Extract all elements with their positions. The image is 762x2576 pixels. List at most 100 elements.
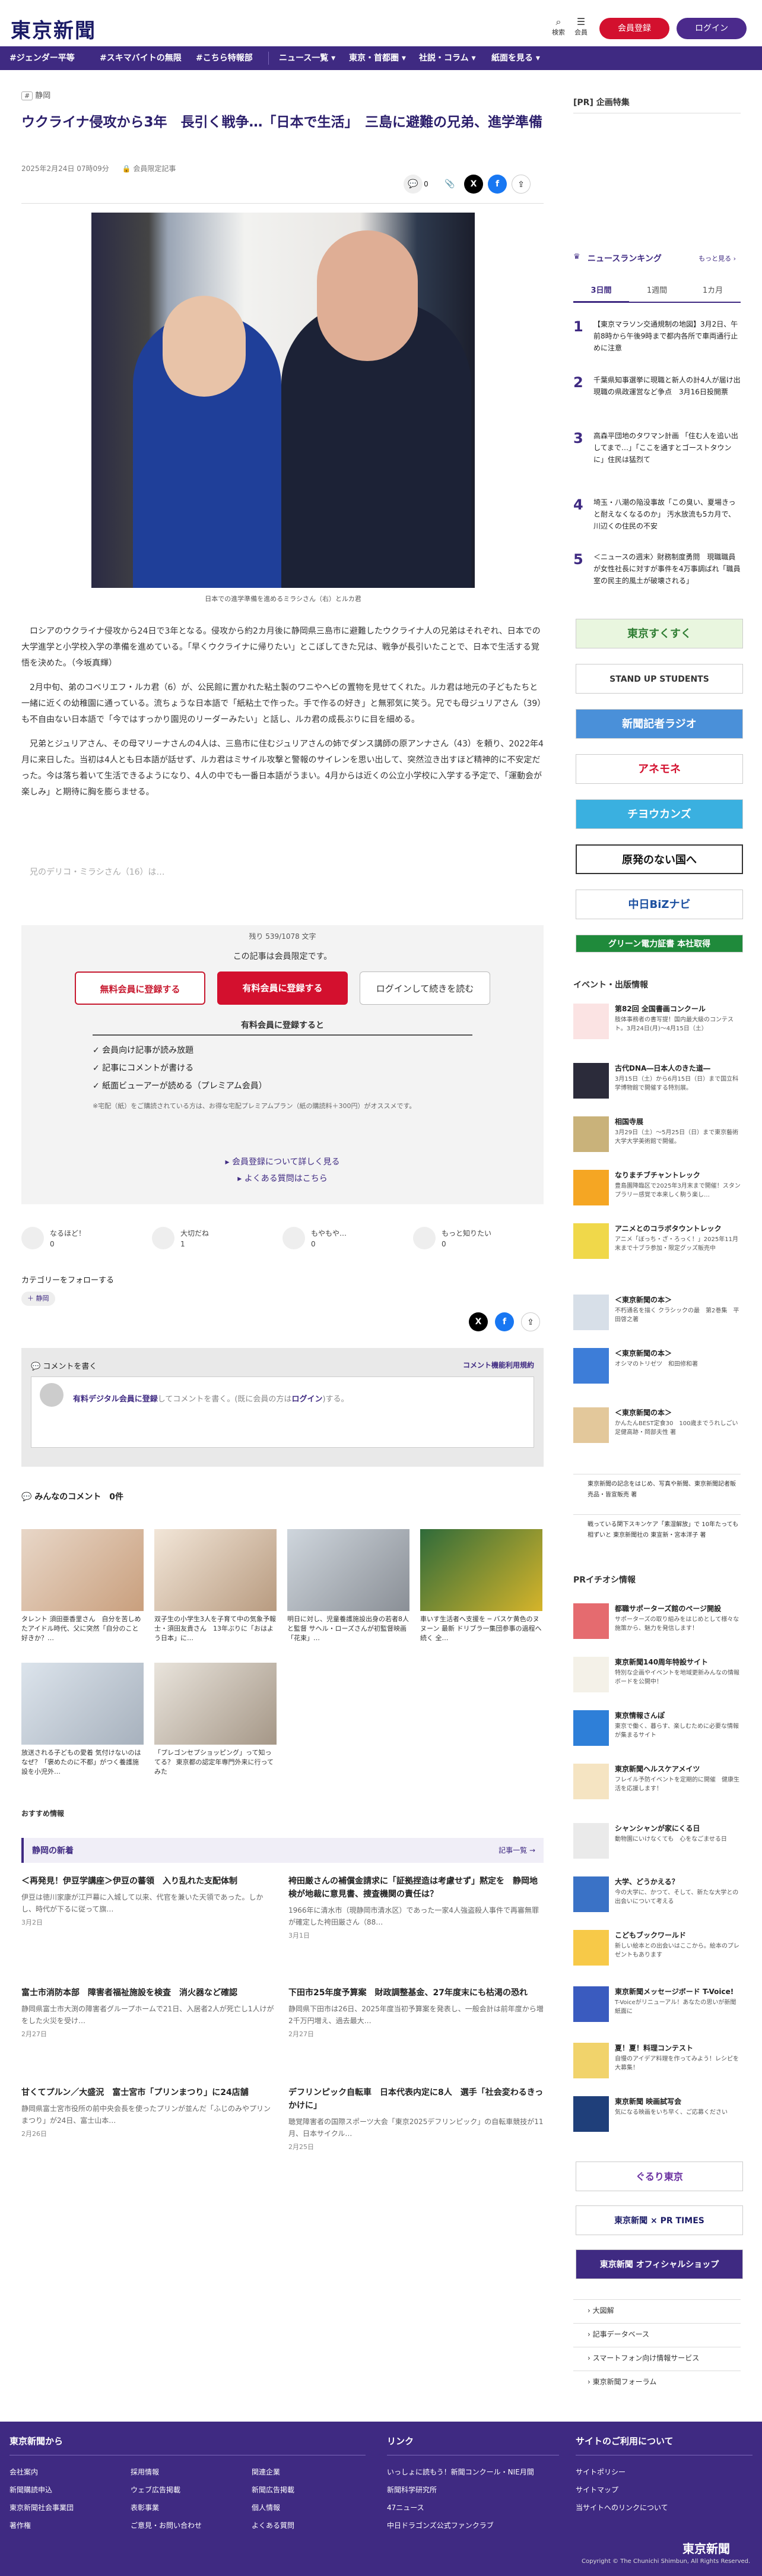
banner-anemone[interactable]: アネモネ bbox=[576, 754, 743, 784]
event-item[interactable]: ＜東京新聞の本＞ オシマのトリゼツ 和田修和著 bbox=[573, 1348, 741, 1395]
footer-link[interactable]: 会社案内 bbox=[9, 2467, 38, 2477]
site-logo[interactable]: 東京新聞 bbox=[11, 14, 96, 43]
nav-item-editorial[interactable]: 社説・コラム ▾ bbox=[419, 46, 475, 70]
reaction-taisetsu[interactable]: 大切だね 1 bbox=[152, 1223, 271, 1253]
footer-link[interactable]: 著作権 bbox=[9, 2520, 31, 2530]
recommend-card[interactable]: タレント 須田亜香里さん 自分を苦しめたアイドル時代、父に突然「自分のこと好きか… bbox=[21, 1529, 144, 1654]
banner-no-nuclear[interactable]: 原発のない国へ bbox=[576, 844, 743, 874]
event-item[interactable]: 第82回 全国書画コンクール 肢体事務者の書写提！国内最大級のコンテスト。3月24… bbox=[573, 1004, 741, 1051]
footer-link[interactable]: ウェブ広告掲載 bbox=[131, 2485, 180, 2495]
recommend-card[interactable]: 双子生の小学生3人を子育て中の気象予報士・須田友貴さん 13年ぶりに「おはよう日… bbox=[154, 1529, 277, 1654]
reaction-naruhodo[interactable]: なるほど！ 0 bbox=[21, 1223, 140, 1253]
nav-item-tokyo[interactable]: 東京・首都圏 ▾ bbox=[349, 46, 406, 70]
x-share-icon[interactable]: X bbox=[469, 1312, 488, 1331]
footer-link[interactable]: 新聞購読申込 bbox=[9, 2485, 52, 2495]
register-button[interactable]: 会員登録 bbox=[599, 18, 669, 39]
pr-pick-item[interactable]: 東京新聞メッセージボード T-Voice! T-Voiceがリニューアル！あなたの… bbox=[573, 1986, 741, 2034]
footer-link[interactable]: 関連企業 bbox=[252, 2467, 280, 2477]
pr-pick-item[interactable]: 東京新聞ヘルスケアメイツ フレイル予防イベントを定期的に開催 健康生活を応援します… bbox=[573, 1764, 741, 1811]
member-menu-button[interactable]: ☰ 会員 bbox=[571, 17, 591, 37]
local-news-item[interactable]: 富士市消防本部 障害者福祉施設を検査 消火器など確認 静岡県富士市大渕の障害者グル… bbox=[21, 1986, 277, 2039]
paid-register-button[interactable]: 有料会員に登録する bbox=[217, 971, 348, 1005]
pr-pick-item[interactable]: 東京情報さんぽ 東京で働く、暮らす、楽しむために必要な情報が集まるサイト bbox=[573, 1710, 741, 1758]
share-icon[interactable]: ⇪ bbox=[512, 175, 531, 194]
pr-pick-item[interactable]: 東京新聞140周年特設サイト 特別な企画やイベントを地域更新みんなの情報ボードを公… bbox=[573, 1657, 741, 1704]
footer-link[interactable]: サイトマップ bbox=[576, 2485, 618, 2495]
banner-reporter-radio[interactable]: 新聞記者ラジオ bbox=[576, 709, 743, 739]
facebook-share-icon[interactable]: f bbox=[495, 1312, 514, 1331]
footer-link[interactable]: ご意見・お問い合わせ bbox=[131, 2520, 202, 2530]
comment-input-area[interactable]: 有料デジタル会員に登録してコメントを書く。(既に会員の方はログイン)する。 bbox=[31, 1376, 534, 1448]
local-news-item[interactable]: ＜再発見！伊豆学講座＞伊豆の蕃領 入り乱れた支配体制 伊豆は徳川家康が江戸幕に入城… bbox=[21, 1875, 277, 1927]
local-news-item[interactable]: 袴田厳さんの補償金請求に「証拠捏造は考慮せず」黙定を 静岡地検が地裁に意見書、捜… bbox=[288, 1875, 544, 1940]
x-share-icon[interactable]: X bbox=[464, 175, 483, 194]
pr-pick-item[interactable]: 東京新聞 映画試写会 気になる映画をいち早く、ご応募ください bbox=[573, 2096, 741, 2144]
footer-link[interactable]: サイトポリシー bbox=[576, 2467, 626, 2477]
recommend-card[interactable]: 放送される子どもの愛着 気付けないのはなぜ？「褒めたのに不都」がつく養護施設を小… bbox=[21, 1663, 144, 1787]
comment-rules-link[interactable]: コメント機能利用規約 bbox=[463, 1360, 534, 1370]
event-item[interactable]: ＜東京新聞の本＞ 不朽通名を描く クラシックの最 第2巻集 平田啓之著 bbox=[573, 1295, 741, 1342]
footer-logo[interactable]: 東京新聞 bbox=[682, 2539, 730, 2556]
banner-stand-up-students[interactable]: STAND UP STUDENTS bbox=[576, 664, 743, 694]
event-extra-1[interactable]: 東京新聞の記念をはじめ、写真や新聞、東京新聞記者販売品・皆宣販売 著 bbox=[573, 1474, 741, 1506]
follow-category-chip[interactable]: ＋ 静岡 bbox=[21, 1292, 55, 1306]
banner-green-power[interactable]: グリーン電力証書 本社取得 bbox=[576, 935, 743, 952]
digital-register-link[interactable]: 有料デジタル会員に登録 bbox=[73, 1395, 158, 1404]
membership-details-link[interactable]: ▸ 会員登録について詳しく見る bbox=[21, 1156, 544, 1167]
recommend-card[interactable]: 明日に対し、児童養護施設出身の若者8人と監督 サヘル・ローズさんが初監督映画「花… bbox=[287, 1529, 409, 1654]
nav-item-tokuho[interactable]: #こちら特報部 bbox=[196, 46, 253, 70]
footer-link[interactable]: 47ニュース bbox=[387, 2502, 424, 2512]
free-register-button[interactable]: 無料会員に登録する bbox=[75, 971, 205, 1005]
pr-pick-item[interactable]: 大学、どうかえる？ 今の大学に、かつて、そして、新たな大学との出会いについて考える bbox=[573, 1876, 741, 1924]
recommend-card[interactable]: 「プレゴンセプショッピング」って知ってる？ 東京都の認定年専門外来に行ってみた bbox=[154, 1663, 277, 1787]
local-news-item[interactable]: 下田市25年度予算案 財政調整基金、27年度末にも枯渇の恐れ 静岡県下田市は26日… bbox=[288, 1986, 544, 2039]
banner-chokankazu[interactable]: チヨウカンズ bbox=[576, 799, 743, 829]
event-item[interactable]: 古代DNA―日本人のきた道― 3月15日（土）から6月15日（日）まで国立科学博物… bbox=[573, 1063, 741, 1110]
sidebar-link-daizukai[interactable]: › 大図解 bbox=[573, 2299, 741, 2321]
banner-pr-times[interactable]: 東京新聞 × PR TIMES bbox=[576, 2205, 743, 2235]
footer-link[interactable]: 個人情報 bbox=[252, 2502, 280, 2512]
facebook-share-icon[interactable]: f bbox=[488, 175, 507, 194]
banner-guru-tokyo[interactable]: ぐるり東京 bbox=[576, 2162, 743, 2191]
tab-3days[interactable]: 3日間 bbox=[573, 279, 629, 303]
clip-icon[interactable]: 📎 bbox=[440, 175, 459, 194]
search-button[interactable]: ⌕ 検索 bbox=[548, 17, 569, 37]
reaction-moyamoya[interactable]: もやもや… 0 bbox=[282, 1223, 401, 1253]
pr-pick-item[interactable]: 夏！夏！料理コンテスト 自慢のアイデア料理を作ってみよう！レシピを大募集！ bbox=[573, 2043, 741, 2090]
banner-sukusuku[interactable]: 東京すくすく bbox=[576, 619, 743, 648]
sidebar-link-forum[interactable]: › 東京新聞フォーラム bbox=[573, 2371, 741, 2392]
tab-1week[interactable]: 1週間 bbox=[629, 279, 685, 303]
recommend-card[interactable]: 車いす生活者へ支援を ─ バスケ黄色のヌヌーン 最新 ドリブラ一集団参事の過程へ… bbox=[420, 1529, 542, 1654]
sidebar-link-database[interactable]: › 記事データベース bbox=[573, 2323, 741, 2344]
local-news-item[interactable]: デフリンピック自転車 日本代表内定に8人 選手「社会変わるきっかけに」 聴覚障害者… bbox=[288, 2086, 544, 2151]
footer-link[interactable]: 新聞広告掲載 bbox=[252, 2485, 294, 2495]
pr-pick-item[interactable]: 都職サポーターズ館のページ開設 サポーターズの取り組みをはじめとして様々な施策から… bbox=[573, 1603, 741, 1651]
footer-link[interactable]: よくある質問 bbox=[252, 2520, 294, 2530]
share-icon[interactable]: ⇪ bbox=[521, 1312, 540, 1331]
event-item[interactable]: アニメとのコラボタウントレック アニメ「ぼっち・ざ・ろっく！」2025年11月末ま… bbox=[573, 1223, 741, 1271]
local-news-more-link[interactable]: 記事一覧 → bbox=[499, 1845, 535, 1855]
article-kicker[interactable]: # 静岡 bbox=[21, 89, 50, 100]
banner-chunichi-biz[interactable]: 中日BiZナビ bbox=[576, 890, 743, 919]
nav-item-paper[interactable]: 紙面を見る ▾ bbox=[491, 46, 540, 70]
footer-link[interactable]: 採用情報 bbox=[131, 2467, 159, 2477]
event-item[interactable]: ＜東京新聞の本＞ かんたんBEST定食30 100歳までうれしごい 足健高跡・岡部… bbox=[573, 1407, 744, 1455]
nav-item-skima[interactable]: #スキマバイトの無限 bbox=[100, 46, 182, 70]
article-photo[interactable] bbox=[91, 213, 475, 588]
footer-link[interactable]: 表彰事業 bbox=[131, 2502, 159, 2512]
banner-official-shop[interactable]: 東京新聞 オフィシャルショップ bbox=[576, 2249, 743, 2279]
footer-link[interactable]: いっしょに読もう！新聞コンクール・NIE月間 bbox=[387, 2467, 534, 2477]
reaction-motto[interactable]: もっと知りたい 0 bbox=[413, 1223, 532, 1253]
ranking-more-link[interactable]: もっと見る › bbox=[698, 254, 736, 263]
sidebar-link-smartphone[interactable]: › スマートフォン向け情報サービス bbox=[573, 2347, 741, 2368]
footer-link[interactable]: 東京新聞社会事業団 bbox=[9, 2502, 74, 2512]
event-extra-2[interactable]: 戦っている関下スキンケア「素湿解放」で 10年たっても相ずいと 東京新聞社の 東… bbox=[573, 1514, 741, 1546]
footer-link[interactable]: 当サイトへのリンクについて bbox=[576, 2502, 668, 2512]
login-continue-button[interactable]: ログインして続きを読む bbox=[360, 971, 490, 1005]
footer-link[interactable]: 新聞科学研究所 bbox=[387, 2485, 437, 2495]
event-item[interactable]: 相国寺展 3月29日（土）～5月25日（日）まで東京藝術大学大学美術館で開催。 bbox=[573, 1116, 741, 1164]
login-button[interactable]: ログイン bbox=[677, 18, 747, 39]
comment-login-link[interactable]: ログイン bbox=[291, 1395, 322, 1404]
footer-link[interactable]: 中日ドラゴンズ公式ファンクラブ bbox=[387, 2520, 494, 2530]
event-item[interactable]: なりまチブチャントレック 豊島園降臨区で2025年3月末まで開催！スタンプラリー感… bbox=[573, 1170, 741, 1217]
